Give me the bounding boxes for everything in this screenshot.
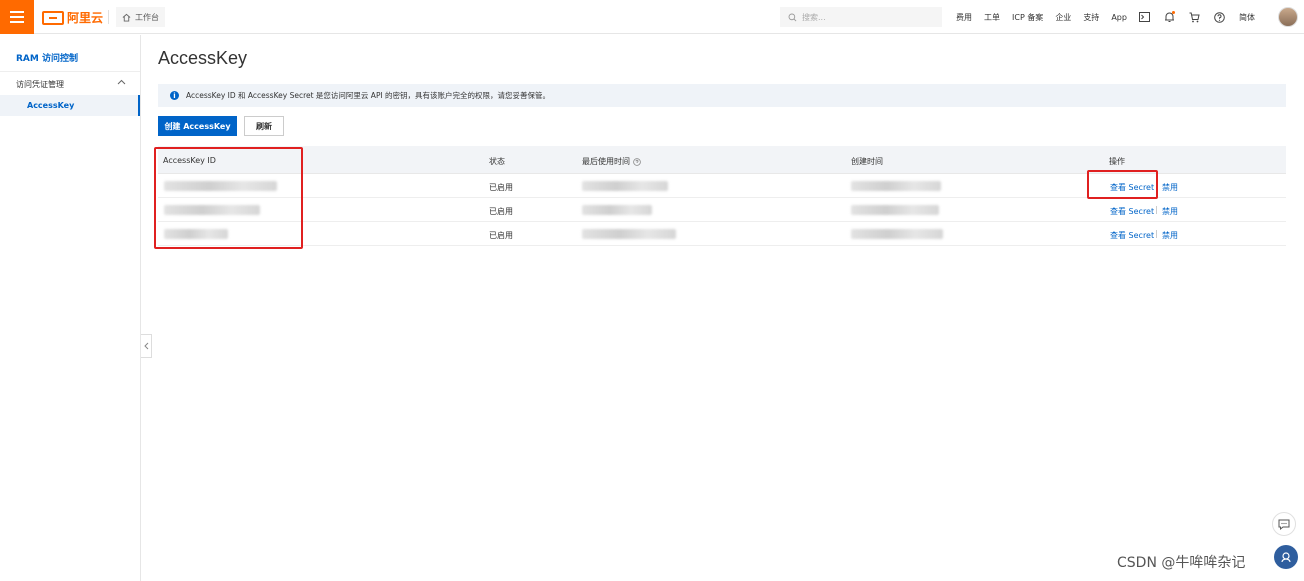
disable-link[interactable]: 禁用 (1162, 182, 1178, 193)
language-switch[interactable]: 简体 (1239, 12, 1255, 23)
terminal-icon[interactable] (1139, 11, 1151, 23)
nav-item-enterprise[interactable]: 企业 (1055, 12, 1071, 23)
status-cell: 已启用 (489, 207, 513, 216)
table-row: 已启用 查看 Secret 禁用 (158, 222, 1286, 246)
header-last-used-label: 最后使用时间 (582, 157, 630, 166)
notice-text: AccessKey ID 和 AccessKey Secret 是您访问阿里云 … (186, 91, 551, 100)
help-icon[interactable] (1214, 11, 1226, 23)
sidebar-title[interactable]: RAM 访问控制 (16, 51, 78, 64)
chevron-up-icon (117, 79, 126, 85)
sidebar-item-accesskey[interactable]: AccessKey (0, 95, 140, 116)
workbench-label: 工作台 (135, 12, 159, 22)
nav-item-support[interactable]: 支持 (1083, 12, 1099, 23)
refresh-button[interactable]: 刷新 (244, 116, 284, 136)
info-icon: i (170, 91, 179, 100)
help-circle-icon[interactable] (633, 157, 641, 166)
nav-item-app[interactable]: App (1111, 13, 1127, 22)
logo-text: 阿里云 (67, 11, 104, 25)
table-row: 已启用 查看 Secret 禁用 (158, 198, 1286, 222)
workbench-button[interactable]: 工作台 (116, 7, 165, 27)
search-icon (788, 13, 797, 21)
chevron-left-icon (143, 342, 148, 350)
masked-created (851, 229, 943, 239)
nav-item-billing[interactable]: 费用 (956, 12, 972, 23)
divider (108, 10, 109, 24)
highlight-box-accesskey-ids (154, 147, 303, 249)
cart-icon[interactable] (1189, 11, 1201, 23)
view-secret-link[interactable]: 查看 Secret (1110, 230, 1154, 241)
masked-last-used (582, 205, 652, 215)
assistant-button[interactable] (1274, 545, 1298, 569)
header-created: 创建时间 (851, 157, 883, 166)
masked-created (851, 205, 939, 215)
logo-bracket-icon (42, 10, 64, 25)
top-nav: 费用 工单 ICP 备案 企业 支持 App 简体 (956, 0, 1267, 34)
chat-icon (1278, 519, 1290, 530)
search-input[interactable]: 搜索... (780, 7, 942, 27)
sidebar-collapse-button[interactable] (141, 334, 152, 358)
assistant-icon (1281, 552, 1291, 563)
aliyun-logo[interactable]: 阿里云 (42, 9, 103, 26)
masked-last-used (582, 229, 676, 239)
disable-link[interactable]: 禁用 (1162, 206, 1178, 217)
header-last-used: 最后使用时间 (582, 156, 641, 167)
highlight-box-view-secret (1087, 170, 1158, 199)
status-cell: 已启用 (489, 183, 513, 192)
masked-last-used (582, 181, 668, 191)
sidebar-group-label: 访问凭证管理 (16, 80, 64, 89)
info-notice: i AccessKey ID 和 AccessKey Secret 是您访问阿里… (158, 84, 1286, 107)
sidebar-group-credentials[interactable]: 访问凭证管理 (16, 79, 126, 90)
search-placeholder: 搜索... (802, 12, 826, 22)
view-secret-link[interactable]: 查看 Secret (1110, 206, 1154, 217)
divider (1156, 206, 1157, 214)
disable-link[interactable]: 禁用 (1162, 230, 1178, 241)
status-cell: 已启用 (489, 231, 513, 240)
menu-icon[interactable] (0, 0, 34, 34)
feedback-button[interactable] (1272, 512, 1296, 536)
top-bar: 阿里云 工作台 搜索... 费用 工单 ICP 备案 企业 支持 App 简体 (0, 0, 1304, 34)
nav-item-ticket[interactable]: 工单 (984, 12, 1000, 23)
divider (1156, 230, 1157, 238)
page-title: AccessKey (158, 48, 248, 68)
nav-item-icp[interactable]: ICP 备案 (1012, 12, 1043, 23)
create-accesskey-button[interactable]: 创建 AccessKey (158, 116, 237, 136)
home-icon (122, 13, 131, 22)
bell-icon[interactable] (1164, 11, 1176, 23)
header-status: 状态 (489, 157, 505, 166)
masked-created (851, 181, 941, 191)
divider (0, 71, 140, 72)
sidebar: RAM 访问控制 访问凭证管理 AccessKey (0, 35, 141, 581)
header-actions: 操作 (1109, 157, 1125, 166)
watermark: CSDN @牛哞哞杂记 (1117, 555, 1246, 571)
avatar[interactable] (1278, 7, 1298, 27)
